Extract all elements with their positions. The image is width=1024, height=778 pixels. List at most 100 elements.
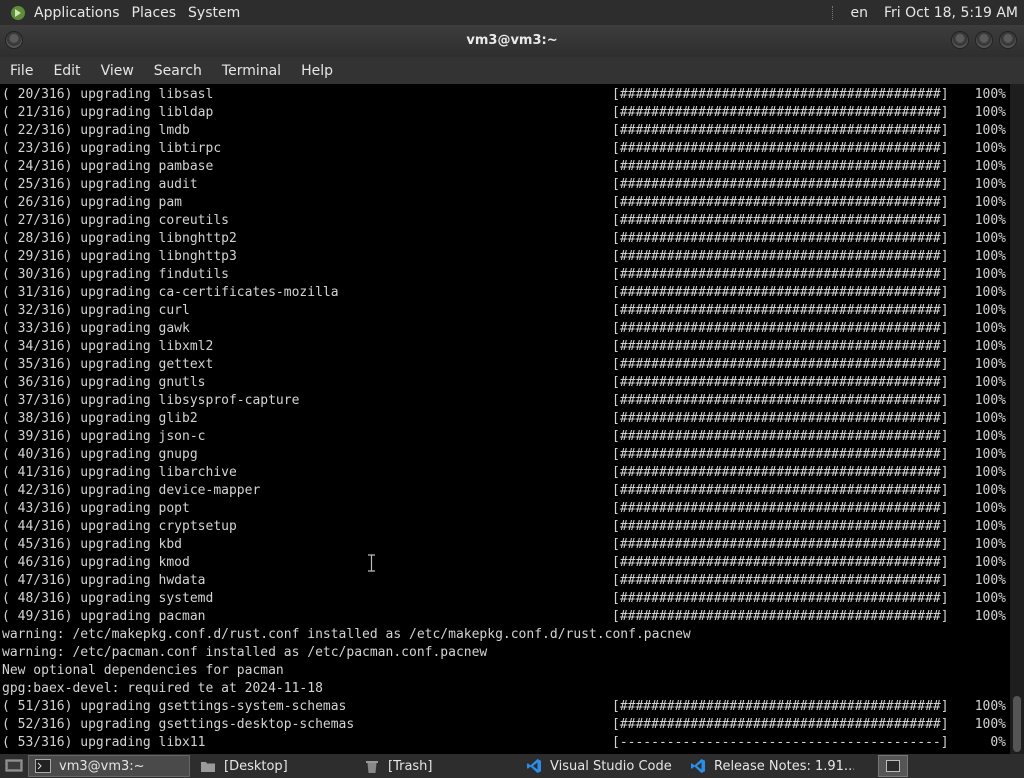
menu-file[interactable]: File — [0, 63, 43, 79]
terminal-line-text: ( 31/316) upgrading ca-certificates-mozi… — [2, 285, 339, 300]
menu-help[interactable]: Help — [291, 63, 343, 79]
places-menu[interactable]: Places — [128, 5, 185, 21]
progress-percent: 100% — [974, 321, 1006, 336]
task-release-notes[interactable]: Release Notes: 1.91.... — [684, 755, 854, 777]
terminal-line: ( 25/316) upgrading audit [##############… — [2, 176, 1006, 194]
terminal-line: ( 21/316) upgrading libldap [############… — [2, 104, 1006, 122]
scrollbar-thumb[interactable] — [1013, 696, 1021, 752]
terminal-line: ( 46/316) upgrading kmod [###############… — [2, 554, 1006, 572]
progress-bar-text: [#######################################… — [612, 573, 949, 588]
clock[interactable]: Fri Oct 18, 5:19 AM — [884, 5, 1018, 21]
progress-percent: 100% — [974, 267, 1006, 282]
terminal-line: ( 38/316) upgrading glib2 [##############… — [2, 410, 1006, 428]
minimize-button[interactable] — [951, 31, 969, 49]
progress-bar-text: [#######################################… — [612, 321, 949, 336]
terminal-scrollbar[interactable] — [1010, 84, 1024, 754]
terminal-menubar: File Edit View Search Terminal Help — [0, 57, 1024, 84]
progress-bar-text: [#######################################… — [612, 591, 949, 606]
progress-percent: 100% — [974, 519, 1006, 534]
task-label: [Trash] — [388, 758, 433, 774]
terminal-line-text: ( 28/316) upgrading libnghttp2 — [2, 231, 237, 246]
text-cursor-icon — [367, 554, 376, 576]
vscode-icon — [526, 758, 542, 774]
terminal-line-text: ( 41/316) upgrading libarchive — [2, 465, 237, 480]
progress-bar-text: [#######################################… — [612, 285, 949, 300]
task-desktop[interactable]: [Desktop] — [194, 755, 354, 777]
terminal-icon — [35, 758, 51, 774]
progress-percent: 100% — [974, 393, 1006, 408]
progress-percent: 100% — [974, 537, 1006, 552]
progress-bar-text: [#######################################… — [612, 357, 949, 372]
folder-icon — [200, 758, 216, 774]
terminal-line: ( 33/316) upgrading gawk [###############… — [2, 320, 1006, 338]
terminal-line: ( 30/316) upgrading findutils [##########… — [2, 266, 1006, 284]
progress-percent: 100% — [974, 483, 1006, 498]
progress-percent: 100% — [974, 213, 1006, 228]
terminal-line-text: ( 24/316) upgrading pambase — [2, 159, 214, 174]
progress-percent: 100% — [974, 429, 1006, 444]
terminal-line: warning: /etc/makepkg.conf.d/rust.conf i… — [2, 626, 1006, 644]
terminal-line-text: ( 48/316) upgrading systemd — [2, 591, 214, 606]
terminal-line: ( 42/316) upgrading device-mapper [######… — [2, 482, 1006, 500]
maximize-button[interactable] — [975, 31, 993, 49]
terminal-line: ( 24/316) upgrading pambase [############… — [2, 158, 1006, 176]
progress-bar-text: [#######################################… — [612, 87, 949, 102]
terminal-line-text: gpg:baex-devel: required te at 2024-11-1… — [2, 681, 323, 696]
progress-percent: 100% — [974, 717, 1006, 732]
terminal-line-text: ( 20/316) upgrading libsasl — [2, 87, 214, 102]
progress-percent: 100% — [974, 141, 1006, 156]
progress-bar-text: [#######################################… — [612, 123, 949, 138]
task-trash[interactable]: [Trash] — [358, 755, 516, 777]
menu-edit[interactable]: Edit — [43, 63, 90, 79]
progress-bar-text: [#######################################… — [612, 393, 949, 408]
progress-bar-text: [#######################################… — [612, 231, 949, 246]
task-vscode[interactable]: Visual Studio Code — [520, 755, 680, 777]
terminal-line: ( 37/316) upgrading libsysprof-capture [#… — [2, 392, 1006, 410]
terminal-line: ( 27/316) upgrading coreutils [##########… — [2, 212, 1006, 230]
terminal-line-text: ( 42/316) upgrading device-mapper — [2, 483, 261, 498]
progress-bar-text: [#######################################… — [612, 159, 949, 174]
terminal-line: ( 51/316) upgrading gsettings-system-sch… — [2, 698, 1006, 716]
terminal-line-text: ( 33/316) upgrading gawk — [2, 321, 190, 336]
progress-percent: 100% — [974, 573, 1006, 588]
progress-bar-text: [#######################################… — [612, 177, 949, 192]
system-menu[interactable]: System — [184, 5, 248, 21]
progress-percent: 100% — [974, 411, 1006, 426]
menu-search[interactable]: Search — [144, 63, 212, 79]
progress-bar-text: [#######################################… — [612, 195, 949, 210]
keyboard-layout-indicator[interactable]: en — [850, 5, 868, 21]
terminal-line-text: ( 34/316) upgrading libxml2 — [2, 339, 214, 354]
terminal-line-text: ( 47/316) upgrading hwdata — [2, 573, 206, 588]
terminal-line: ( 41/316) upgrading libarchive [#########… — [2, 464, 1006, 482]
progress-bar-text: [#######################################… — [612, 447, 949, 462]
panel-grip — [832, 5, 836, 20]
terminal-line-text: ( 52/316) upgrading gsettings-desktop-sc… — [2, 717, 355, 732]
progress-percent: 100% — [974, 609, 1006, 624]
progress-percent: 100% — [974, 375, 1006, 390]
progress-percent: 100% — [974, 555, 1006, 570]
terminal-line: ( 31/316) upgrading ca-certificates-mozi… — [2, 284, 1006, 302]
progress-bar-text: [#######################################… — [612, 465, 949, 480]
bottom-taskbar: vm3@vm3:~ [Desktop] [Trash] Visual Studi… — [0, 754, 1024, 778]
progress-percent: 100% — [974, 105, 1006, 120]
terminal-line-text: ( 26/316) upgrading pam — [2, 195, 183, 210]
terminal-line-text: ( 51/316) upgrading gsettings-system-sch… — [2, 699, 347, 714]
progress-bar-text: [#######################################… — [612, 537, 949, 552]
terminal-line: ( 36/316) upgrading gnutls [#############… — [2, 374, 1006, 392]
progress-bar-text: [#######################################… — [612, 717, 949, 732]
workspace-switcher-icon[interactable] — [878, 755, 908, 777]
terminal-line-text: ( 35/316) upgrading gettext — [2, 357, 214, 372]
menu-terminal[interactable]: Terminal — [212, 63, 291, 79]
show-desktop-icon[interactable] — [0, 755, 28, 777]
terminal-line-text: ( 37/316) upgrading libsysprof-capture — [2, 393, 300, 408]
terminal-line-text: ( 44/316) upgrading cryptsetup — [2, 519, 237, 534]
window-titlebar[interactable]: vm3@vm3:~ — [0, 25, 1024, 57]
task-terminal[interactable]: vm3@vm3:~ — [28, 755, 190, 777]
mate-logo-icon[interactable] — [10, 5, 26, 21]
terminal-line: ( 45/316) upgrading kbd [################… — [2, 536, 1006, 554]
progress-bar-text: [#######################################… — [612, 303, 949, 318]
close-button[interactable] — [999, 31, 1017, 49]
terminal-output[interactable]: ( 20/316) upgrading libsasl [############… — [0, 84, 1010, 754]
applications-menu[interactable]: Applications — [30, 5, 128, 21]
menu-view[interactable]: View — [91, 63, 144, 79]
